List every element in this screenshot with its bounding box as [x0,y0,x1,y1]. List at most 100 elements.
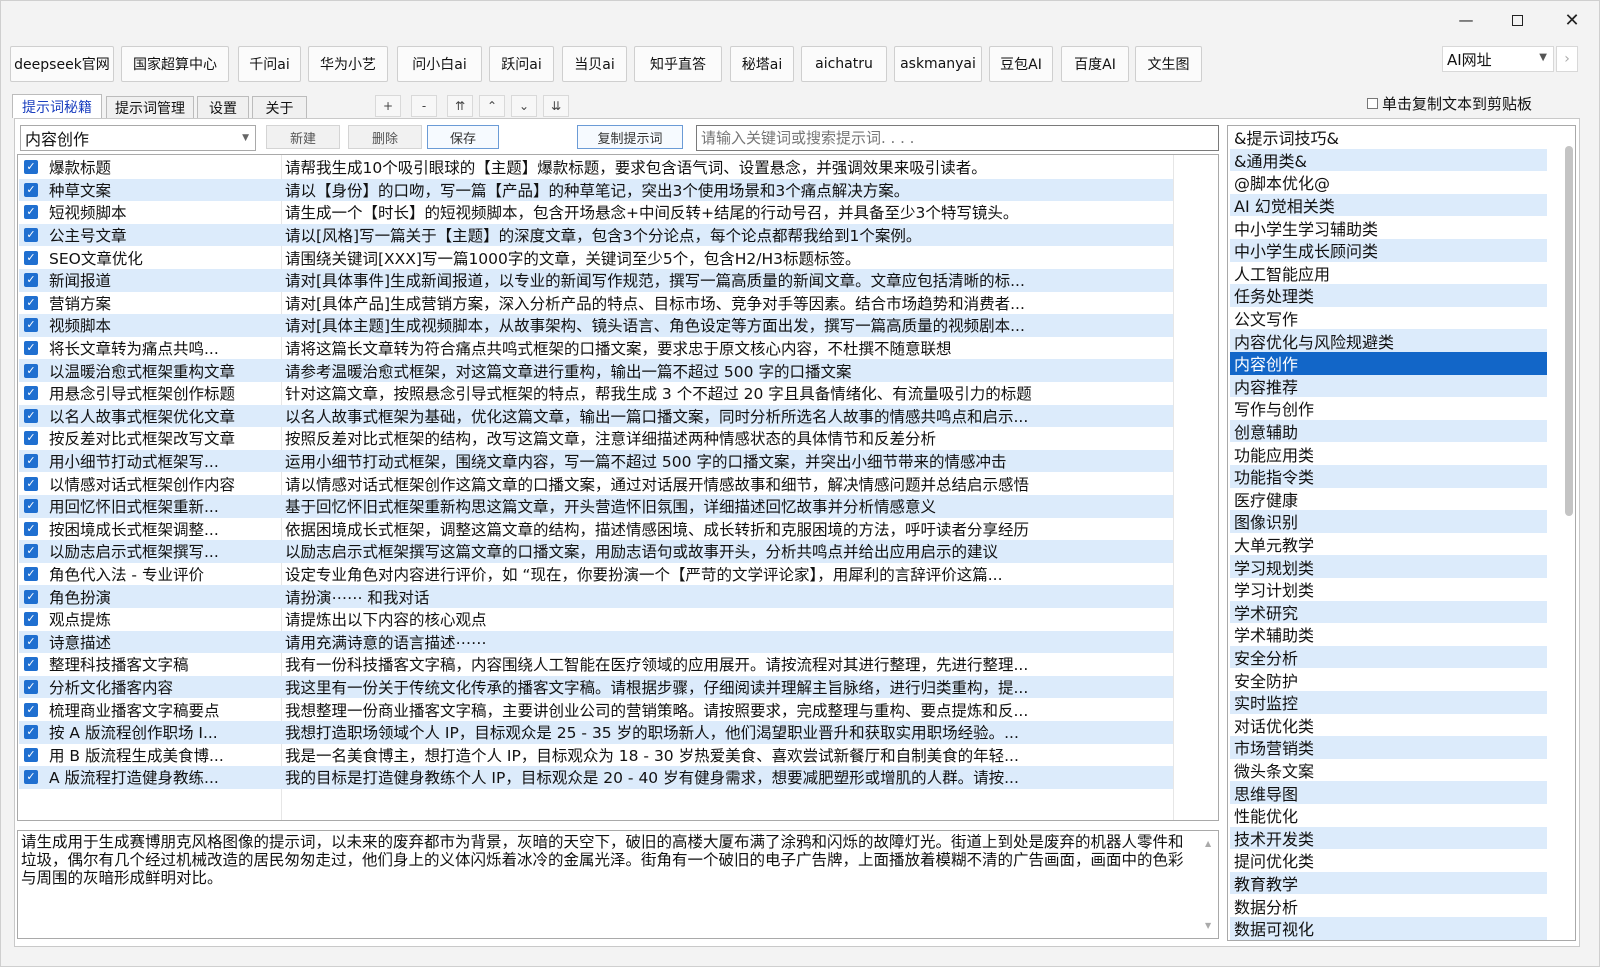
category-item[interactable]: 提问优化类 [1230,849,1547,872]
scroll-down-icon[interactable]: ▼ [1205,917,1211,935]
checkbox-checked-icon[interactable]: ✓ [24,341,38,356]
category-item[interactable]: 实时监控 [1230,691,1547,714]
category-scrollbar-thumb[interactable] [1565,146,1573,516]
reorder-button[interactable]: + [375,95,401,117]
checkbox-checked-icon[interactable]: ✓ [24,476,38,491]
ai-url-select[interactable]: AI网址 ▼ [1442,46,1554,72]
category-item[interactable]: 医疗健康 [1230,488,1547,511]
checkbox-checked-icon[interactable]: ✓ [24,431,38,446]
category-item[interactable]: 安全防护 [1230,668,1547,691]
category-item[interactable]: 中小学生学习辅助类 [1230,216,1547,239]
copy-to-clipboard-checkbox[interactable] [1367,98,1378,109]
category-item[interactable]: 思维导图 [1230,781,1547,804]
checkbox-checked-icon[interactable]: ✓ [24,182,38,197]
category-item[interactable]: 学习规划类 [1230,555,1547,578]
checkbox-checked-icon[interactable]: ✓ [24,747,38,762]
category-item[interactable]: 大单元教学 [1230,533,1547,556]
checkbox-checked-icon[interactable]: ✓ [24,318,38,333]
prompt-row[interactable]: ✓ 按困境成长式框架调整... 依据困境成长式框架，调整这篇文章的结构，描述情感困境… [19,518,1173,541]
copy-to-clipboard-option[interactable]: 单击复制文本到剪贴板 [1367,93,1532,114]
tab-prompt-secrets[interactable]: 提示词秘籍 [12,94,102,118]
category-item[interactable]: 对话优化类 [1230,714,1547,737]
checkbox-checked-icon[interactable]: ✓ [24,363,38,378]
prompt-row[interactable]: ✓ 用 B 版流程生成美食博... 我是一名美食博主，想打造个人 IP，目标观众为 … [19,744,1173,767]
category-item[interactable]: 安全分析 [1230,645,1547,669]
category-item[interactable]: 技术开发类 [1230,826,1547,850]
prompt-row[interactable]: ✓ 角色扮演 请扮演⋯⋯ 和我对话 [19,585,1173,608]
checkbox-checked-icon[interactable]: ✓ [24,521,38,536]
category-item[interactable]: &提示词技巧& [1230,126,1547,149]
prompt-row[interactable]: ✓ 公主号文章 请以[风格]写一篇关于【主题】的深度文章，包含3个分论点，每个论点都… [19,223,1173,247]
prompt-row[interactable]: ✓ 角色代入法 - 专业评价 设定专业角色对内容进行评价，如 “现在，你要扮演一个【… [19,563,1173,586]
category-item[interactable]: 学习计划类 [1230,578,1547,601]
category-item[interactable]: 性能优化 [1230,804,1547,827]
prompt-row[interactable]: ✓ 营销方案 请对[具体产品]生成营销方案，深入分析产品的特点、目标市场、竞争对手等… [19,292,1173,315]
checkbox-checked-icon[interactable]: ✓ [24,612,38,627]
prompt-row[interactable]: ✓ 诗意描述 请用充满诗意的语言描述⋯⋯ [19,630,1173,654]
save-button[interactable]: 保存 [427,125,499,149]
checkbox-checked-icon[interactable]: ✓ [24,295,38,310]
category-item[interactable]: 内容创作 [1230,352,1547,375]
checkbox-checked-icon[interactable]: ✓ [24,544,38,559]
link-button[interactable]: 豆包AI [989,46,1053,82]
checkbox-checked-icon[interactable]: ✓ [24,273,38,288]
category-item[interactable]: 学术研究 [1230,600,1547,624]
category-item[interactable]: 创意辅助 [1230,419,1547,443]
link-button[interactable]: 文生图 [1135,46,1202,82]
category-item[interactable]: 市场营销类 [1230,736,1547,759]
prompt-row[interactable]: ✓ 短视频脚本 请生成一个【时长】的短视频脚本，包含开场悬念+中间反转+结尾的行动号… [19,201,1173,224]
checkbox-checked-icon[interactable]: ✓ [24,702,38,717]
close-button[interactable]: ✕ [1552,7,1592,33]
category-item[interactable]: &通用类& [1230,148,1547,172]
detail-scrollbar[interactable]: ▲ ▼ [1202,835,1216,935]
prompt-row[interactable]: ✓ 新闻报道 请对[具体事件]生成新闻报道，以专业的新闻写作规范，撰写一篇高质量的新… [19,269,1173,292]
link-button[interactable]: 秘塔ai [730,46,794,82]
tab-settings[interactable]: 设置 [197,96,249,118]
checkbox-checked-icon[interactable]: ✓ [24,454,38,469]
category-item[interactable]: 中小学生成长顾问类 [1230,239,1547,262]
minimize-button[interactable]: — [1446,7,1486,33]
checkbox-checked-icon[interactable]: ✓ [24,567,38,582]
new-button[interactable]: 新建 [266,125,340,149]
category-item[interactable]: 内容推荐 [1230,374,1547,398]
link-button[interactable]: 问小白ai [397,46,482,82]
category-item[interactable]: 写作与创作 [1230,397,1547,420]
link-button[interactable]: askmanyai [894,46,982,82]
prompt-row[interactable]: ✓ 爆款标题 请帮我生成10个吸引眼球的【主题】爆款标题，要求包含语气词、设置悬念，… [19,156,1173,179]
reorder-button[interactable]: ⇊ [543,95,569,117]
prompt-row[interactable]: ✓ 按反差对比式框架改写文章 按照反差对比式框架的结构，改写这篇文章，注意详细描述两… [19,427,1173,450]
prompt-row[interactable]: ✓ 将长文章转为痛点共鸣... 请将这篇长文章转为符合痛点共鸣式框架的口播文案，要求… [19,337,1173,360]
checkbox-checked-icon[interactable]: ✓ [24,228,38,243]
prompt-row[interactable]: ✓ 以励志启示式框架撰写... 以励志启示式框架撰写这篇文章的口播文案，用励志语句或… [19,540,1173,563]
prompt-detail-textarea[interactable]: 请生成用于生成赛博朋克风格图像的提示词，以未来的废弃都市为背景，灰暗的天空下，破… [17,830,1219,939]
ai-url-next-button[interactable]: › [1556,46,1578,72]
prompt-row[interactable]: ✓ 观点提炼 请提炼出以下内容的核心观点 [19,608,1173,631]
category-item[interactable]: 公文写作 [1230,307,1547,330]
reorder-button[interactable]: ⌃ [479,95,505,117]
link-button[interactable]: 当贝ai [562,46,627,82]
category-item[interactable]: 微头条文案 [1230,759,1547,782]
prompt-row[interactable]: ✓ A 版流程打造健身教练... 我的目标是打造健身教练个人 IP，目标观众是 20… [19,766,1173,789]
checkbox-checked-icon[interactable]: ✓ [24,386,38,401]
category-item[interactable]: 学术辅助类 [1230,623,1547,646]
checkbox-checked-icon[interactable]: ✓ [24,657,38,672]
prompt-row[interactable]: ✓ 用悬念引导式框架创作标题 针对这篇文章，按照悬念引导式框架的特点，帮我生成 3 … [19,382,1173,405]
prompt-row[interactable]: ✓ 按 A 版流程创作职场 I... 我想打造职场领域个人 IP，目标观众是 25 … [19,721,1173,744]
prompt-row[interactable]: ✓ SEO文章优化 请围绕关键词[XXX]写一篇1000字的文章，关键词至少5个，包… [19,246,1173,269]
category-item[interactable]: AI 幻觉相关类 [1230,193,1547,217]
link-button[interactable]: 知乎直答 [634,46,722,82]
scroll-up-icon[interactable]: ▲ [1205,835,1211,853]
prompt-row[interactable]: ✓ 种草文案 请以【身份】的口吻，写一篇【产品】的种草笔记，突出3个使用场景和3个痛… [19,178,1173,202]
link-button[interactable]: aichatru [801,46,887,82]
prompt-row[interactable]: ✓ 分析文化播客内容 我这里有一份关于传统文化传承的播客文字稿。请根据步骤，仔细阅读… [19,675,1173,699]
checkbox-checked-icon[interactable]: ✓ [24,160,38,175]
link-button[interactable]: 千问ai [238,46,301,82]
prompt-row[interactable]: ✓ 以情感对话式框架创作内容 请以情感对话式框架创作这篇文章的口播文案，通过对话展开… [19,472,1173,495]
link-button[interactable]: 百度AI [1061,46,1129,82]
delete-button[interactable]: 删除 [348,125,422,149]
prompt-row[interactable]: ✓ 以温暖治愈式框架重构文章 请参考温暖治愈式框架，对这篇文章进行重构，输出一篇不超… [19,359,1173,382]
link-button[interactable]: 跃问ai [489,46,554,82]
category-item[interactable]: 教育教学 [1230,871,1547,895]
prompt-row[interactable]: ✓ 梳理商业播客文字稿要点 我想整理一份商业播客文字稿，主要讲创业公司的营销策略。请… [19,698,1173,721]
reorder-button[interactable]: ⌄ [511,95,537,117]
